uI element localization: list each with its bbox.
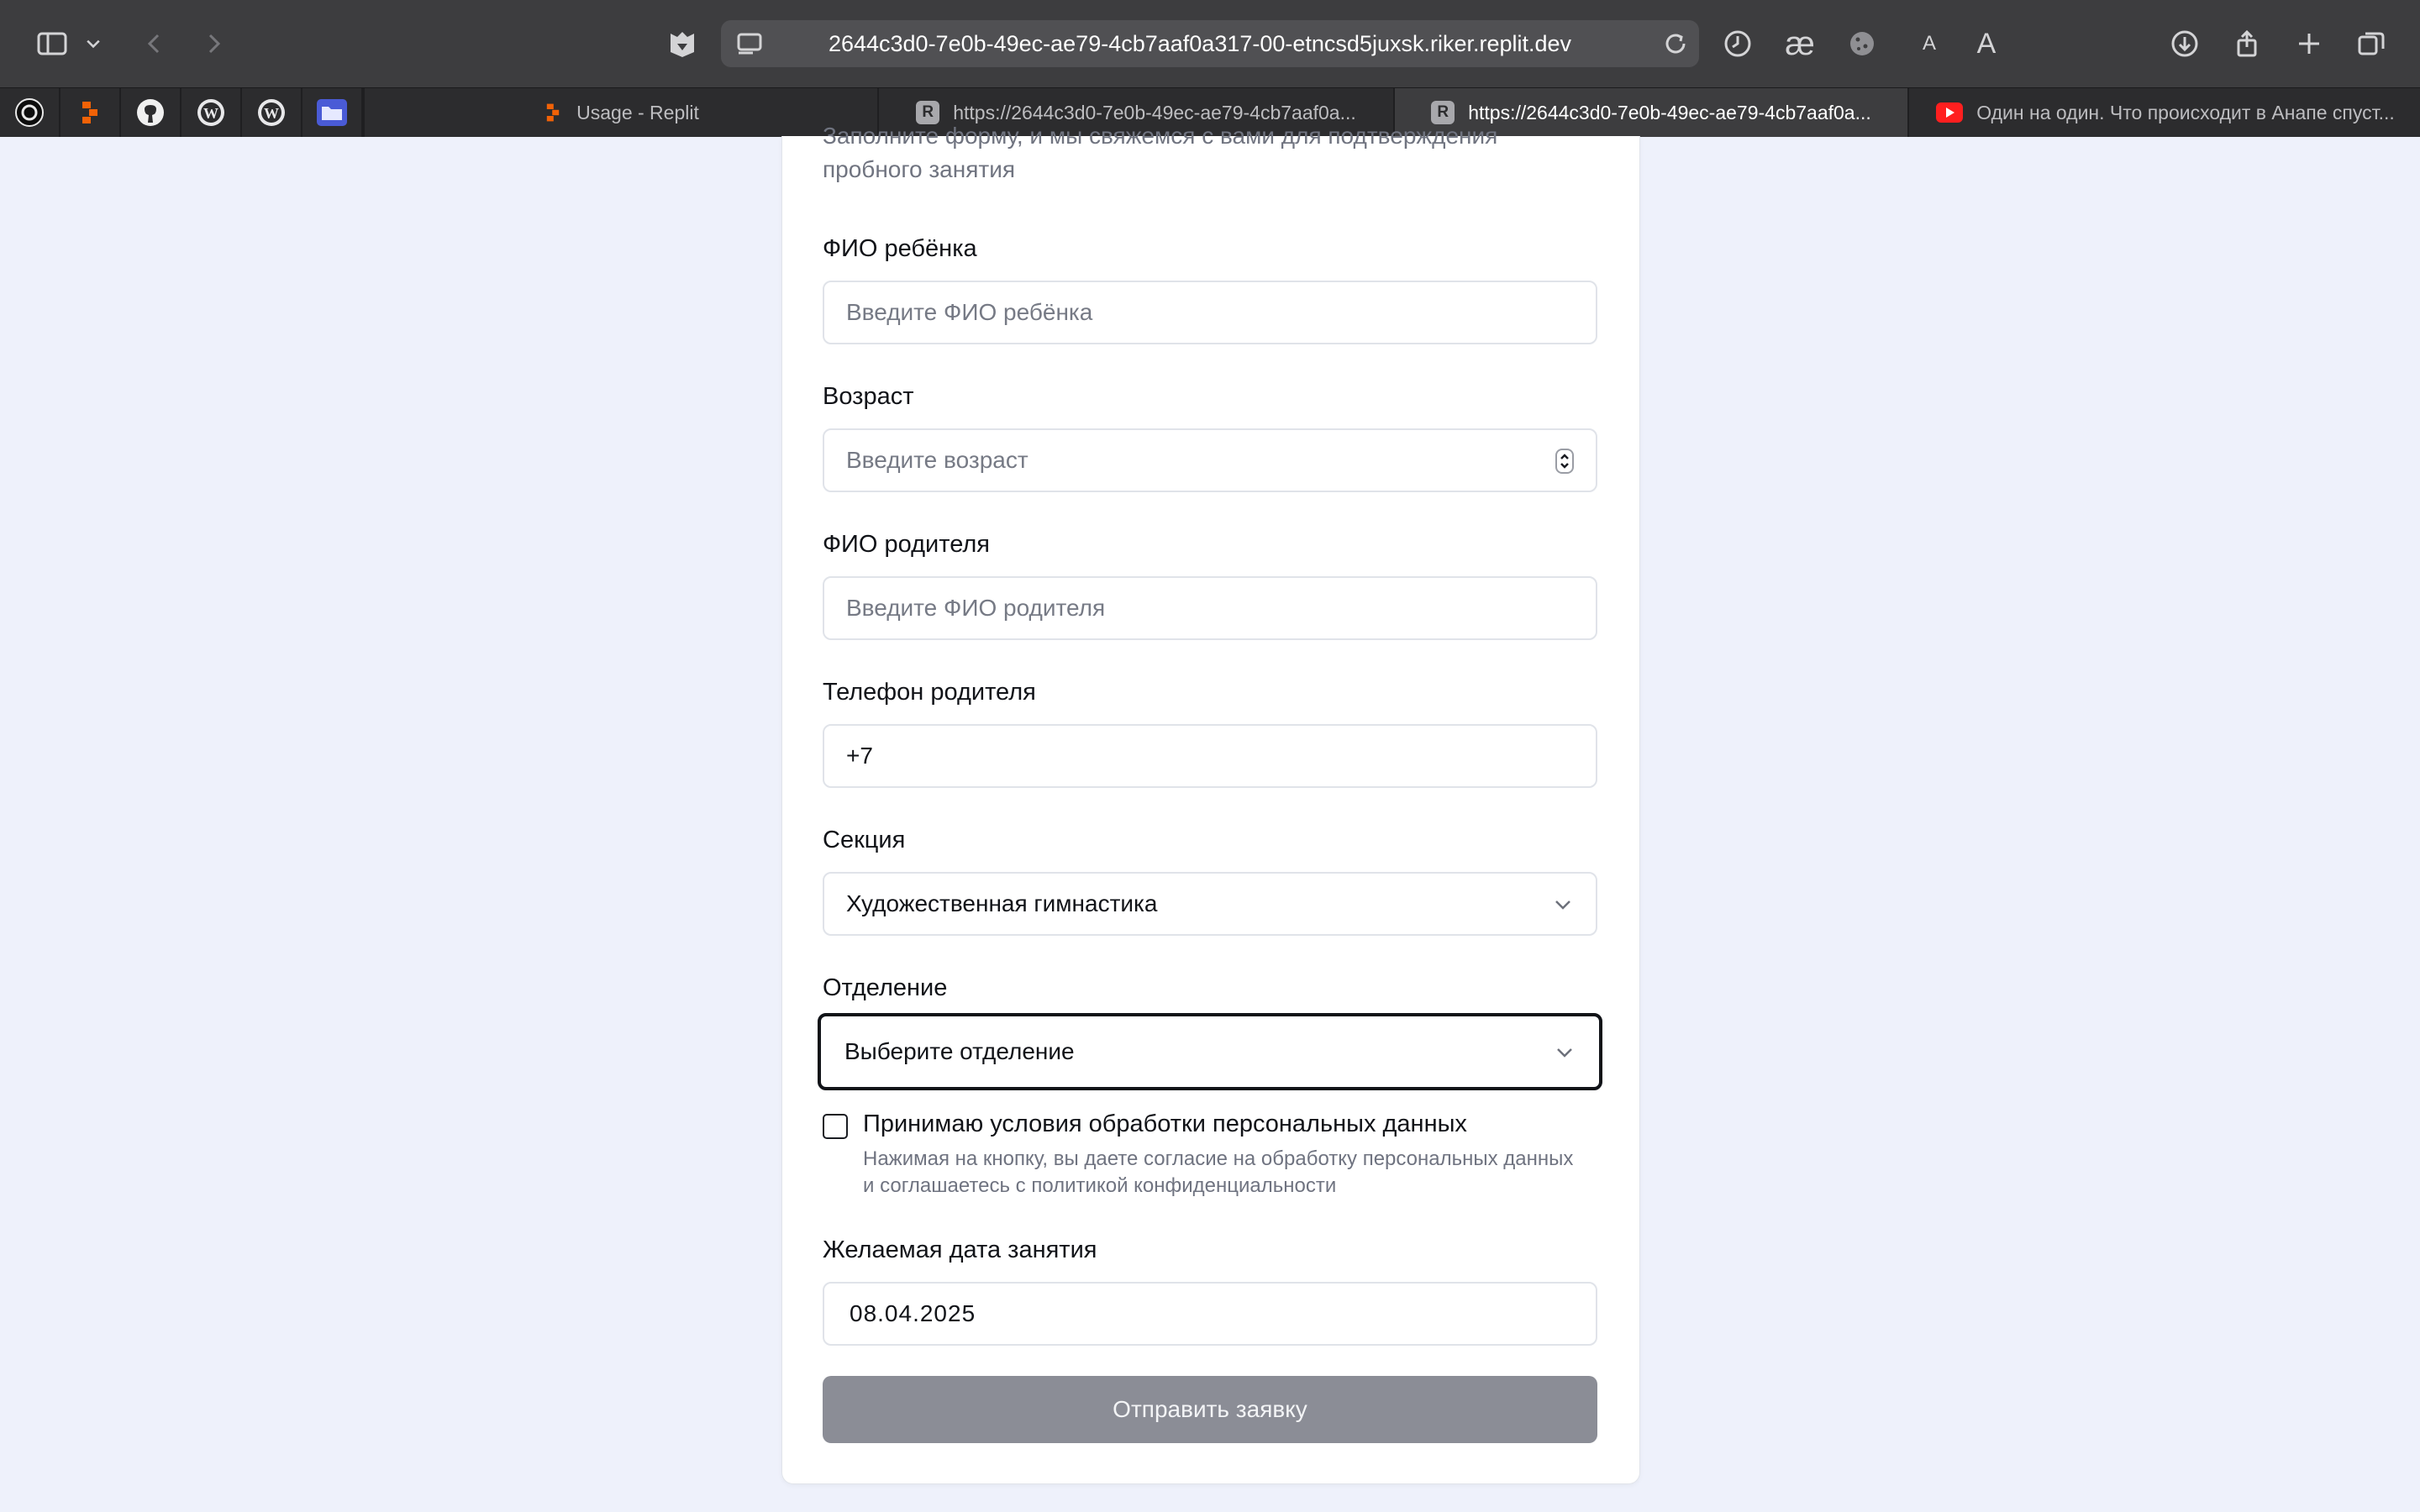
svg-text:W: W — [264, 105, 279, 122]
age-label: Возраст — [823, 383, 914, 410]
age-field — [823, 428, 1597, 492]
department-selected-value: Выберите отделение — [844, 1038, 1075, 1064]
parent-phone-field — [823, 724, 1597, 788]
folder-icon — [317, 99, 347, 126]
bookmark-github[interactable] — [121, 88, 182, 137]
parent-name-input[interactable] — [824, 578, 1596, 638]
section-label: Секция — [823, 827, 906, 853]
download-icon[interactable] — [2165, 24, 2205, 64]
submit-application-button[interactable]: Отправить заявку — [823, 1376, 1597, 1443]
date-value[interactable]: 08.04.2025 — [850, 1284, 976, 1344]
department-select[interactable]: Выберите отделение — [818, 1013, 1602, 1090]
openai-icon — [15, 98, 44, 127]
tab-overview-icon[interactable] — [2351, 24, 2391, 64]
parent-name-field — [823, 576, 1597, 640]
bookmark-openai[interactable] — [0, 88, 60, 137]
replit-icon — [82, 102, 97, 123]
bookmark-folder[interactable] — [302, 88, 363, 137]
date-label: Желаемая дата занятия — [823, 1236, 1097, 1263]
bookmark-wordpress-1[interactable]: W — [182, 88, 242, 137]
history-clock-icon[interactable] — [1718, 24, 1758, 64]
consent-checkbox[interactable] — [823, 1114, 848, 1139]
form-intro-text: Заполните форму, и мы свяжемся с вами дл… — [823, 123, 1498, 182]
child-name-input[interactable] — [824, 282, 1596, 343]
trial-lesson-form-card: Заполните форму, и мы свяжемся с вами дл… — [781, 123, 1640, 1484]
new-tab-plus-icon[interactable] — [2289, 24, 2329, 64]
parent-phone-input[interactable] — [824, 726, 1596, 786]
parent-phone-label: Телефон родителя — [823, 679, 1036, 706]
github-icon — [137, 99, 164, 126]
forward-arrow-icon[interactable] — [193, 24, 234, 64]
browser-toolbar: 2644c3d0-7e0b-49ec-ae79-4cb7aaf0a317-00-… — [0, 0, 2420, 87]
parent-name-label: ФИО родителя — [823, 531, 990, 558]
chevron-down-icon — [1555, 900, 1570, 910]
shield-extension-icon[interactable] — [662, 24, 702, 64]
date-field[interactable]: 08.04.2025 — [823, 1282, 1597, 1346]
tab-youtube-anapa[interactable]: Один на один. Что происходит в Анапе спу… — [1907, 88, 2420, 137]
ae-ligature-extension-icon[interactable]: æ — [1780, 24, 1820, 64]
section-selected-value: Художественная гимнастика — [846, 890, 1158, 916]
number-stepper-icon[interactable] — [1555, 449, 1574, 474]
consent-label[interactable]: Принимаю условия обработки персональных … — [863, 1110, 1467, 1138]
back-arrow-icon[interactable] — [134, 24, 175, 64]
replit-icon — [546, 103, 560, 122]
svg-text:W: W — [203, 105, 218, 122]
text-size-large-icon[interactable]: A — [1966, 24, 2007, 64]
wordpress-icon: W — [258, 99, 285, 126]
bookmark-replit[interactable] — [60, 88, 121, 137]
age-input[interactable] — [824, 430, 1596, 491]
section-select[interactable]: Художественная гимнастика — [823, 872, 1597, 936]
share-icon[interactable] — [2227, 24, 2267, 64]
department-label: Отделение — [823, 974, 948, 1001]
chevron-down-icon — [1557, 1048, 1572, 1058]
tab-label: Usage - Replit — [576, 101, 699, 123]
consent-note: Нажимая на кнопку, вы даете согласие на … — [863, 1147, 1574, 1197]
tab-group-chevron-down-icon[interactable] — [79, 24, 108, 64]
child-name-field — [823, 281, 1597, 344]
cookie-extension-icon[interactable] — [1842, 24, 1882, 64]
youtube-icon — [1936, 102, 1964, 123]
text-size-small-icon[interactable]: A — [1909, 24, 1949, 64]
tab-usage-replit[interactable]: Usage - Replit — [363, 88, 877, 137]
url-text[interactable]: 2644c3d0-7e0b-49ec-ae79-4cb7aaf0a317-00-… — [822, 20, 1578, 67]
tab-label: Один на один. Что происходит в Анапе спу… — [1976, 101, 2395, 123]
reload-icon[interactable] — [1659, 27, 1692, 60]
address-bar[interactable]: 2644c3d0-7e0b-49ec-ae79-4cb7aaf0a317-00-… — [721, 20, 1699, 67]
bookmark-wordpress-2[interactable]: W — [242, 88, 302, 137]
site-settings-icon[interactable] — [733, 27, 766, 60]
wordpress-icon: W — [197, 99, 224, 126]
sidebar-toggle-icon[interactable] — [32, 24, 72, 64]
child-name-label: ФИО ребёнка — [823, 235, 977, 262]
